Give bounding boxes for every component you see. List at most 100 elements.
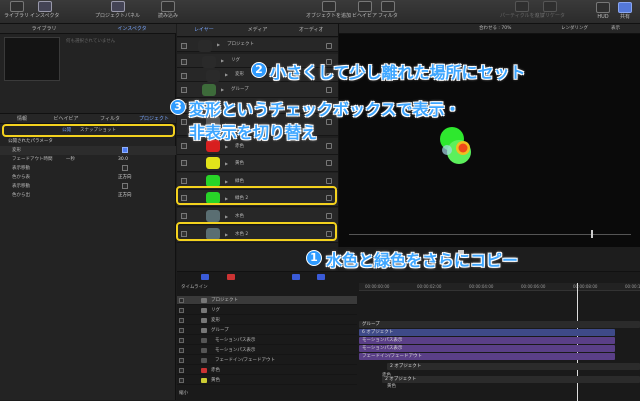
timeline-row-checkbox[interactable] <box>179 328 184 333</box>
timeline-mode-icon[interactable] <box>201 274 209 280</box>
hud-button[interactable]: HUD <box>596 2 610 20</box>
timeline-row-checkbox[interactable] <box>179 318 184 323</box>
timeline-row-name: プロジェクト <box>211 298 238 303</box>
layer-row[interactable]: ▶ 黄色 <box>177 155 338 172</box>
timeline-clip-bar[interactable]: グループ <box>359 321 640 328</box>
canvas-playhead[interactable] <box>591 230 593 238</box>
timeline-row[interactable]: プロジェクト <box>177 296 357 305</box>
layer-visibility-checkbox[interactable] <box>181 213 187 219</box>
timeline-ruler[interactable]: 00:00:00:00 00:00:02:00 00:00:04:00 00:00:0… <box>359 283 640 291</box>
timeline-row[interactable]: 赤色 <box>177 366 357 375</box>
timeline-keyframe-icon[interactable] <box>317 274 325 280</box>
timeline-row-checkbox[interactable] <box>179 358 184 363</box>
timeline-row[interactable]: グループ <box>177 326 357 335</box>
timeline-row-checkbox[interactable] <box>179 308 184 313</box>
tab-library[interactable]: ライブラリ <box>0 24 88 33</box>
timeline-row[interactable]: リグ <box>177 306 357 315</box>
canvas-scrubber[interactable] <box>349 234 631 235</box>
timeline-row-checkbox[interactable] <box>179 368 184 373</box>
timeline-row-name: グループ <box>211 328 229 333</box>
ruler-tick-label: 00:00:04:00 <box>469 284 494 289</box>
track-label-red: 赤色 <box>382 373 391 378</box>
highlight-lightblue2-row <box>176 222 337 241</box>
zoom-out-label[interactable]: 縮小 <box>179 390 188 396</box>
transform-checkbox[interactable] <box>122 147 128 153</box>
timeline-clip-bar[interactable]: フェードイン/フェードアウト <box>359 353 615 360</box>
canvas-viewer[interactable]: 合わせる : 70% レンダリング 表示 <box>338 24 640 247</box>
timeline-clip-bar[interactable]: 2 オブジェクト <box>382 376 640 383</box>
layer-lock-icon[interactable] <box>326 160 332 166</box>
layer-visibility-checkbox[interactable] <box>181 43 187 49</box>
timeline-row[interactable]: 変形 <box>177 316 357 325</box>
layer-visibility-checkbox[interactable] <box>181 87 187 93</box>
disclosure-triangle-icon[interactable]: ▶ <box>225 68 228 82</box>
layer-visibility-checkbox[interactable] <box>181 143 187 149</box>
direction-select-2[interactable]: 正方向 <box>118 191 132 200</box>
param-row-transform: 変形 <box>0 146 176 155</box>
annotation-number-3: 3 <box>170 99 186 115</box>
add-object-button[interactable]: オブジェクトを追加 <box>306 1 351 19</box>
lightblue-blob <box>442 145 452 155</box>
disclosure-triangle-icon[interactable]: ▶ <box>217 38 220 52</box>
tab-audio[interactable]: オーディオ <box>284 24 338 36</box>
layer-visibility-checkbox[interactable] <box>181 73 187 79</box>
replicator-button[interactable]: リプリケータ <box>535 1 565 19</box>
view-select[interactable]: 表示 <box>611 24 620 34</box>
display-move-checkbox-2[interactable] <box>122 183 128 189</box>
layer-visibility-checkbox[interactable] <box>181 59 187 65</box>
red-blob <box>458 143 468 153</box>
inspector-button[interactable]: インスペクタ <box>30 1 59 19</box>
layer-lock-icon[interactable] <box>326 143 332 149</box>
library-button[interactable]: ライブラリ <box>4 1 29 19</box>
share-button[interactable]: 共有 <box>618 2 632 20</box>
timeline-row[interactable]: モーションパス表示 <box>177 346 357 355</box>
timeline-clip-bar[interactable]: モーションパス表示 <box>359 337 615 344</box>
timeline-clip-bar[interactable]: モーションパス表示 <box>359 345 615 352</box>
render-select[interactable]: レンダリング <box>561 24 588 34</box>
layer-lock-icon[interactable] <box>326 178 332 184</box>
direction-select-1[interactable]: 正方向 <box>118 173 132 182</box>
project-panel-button[interactable]: プロジェクトパネル <box>95 1 140 19</box>
display-move-checkbox-1[interactable] <box>122 165 128 171</box>
filter-button[interactable]: フィルタ <box>378 1 398 19</box>
timeline-row-checkbox[interactable] <box>179 298 184 303</box>
tab-behavior[interactable]: ビヘイビア <box>44 114 88 123</box>
fade-out-value[interactable]: 30.0 <box>118 155 128 164</box>
layer-visibility-checkbox[interactable] <box>181 119 187 125</box>
layer-lock-icon[interactable] <box>326 87 332 93</box>
layer-visibility-checkbox[interactable] <box>181 160 187 166</box>
timeline-row-checkbox[interactable] <box>179 378 184 383</box>
timeline-filter-icon[interactable] <box>292 274 300 280</box>
timeline-row-checkbox[interactable] <box>179 338 184 343</box>
behavior-button[interactable]: ビヘイビア <box>352 1 377 19</box>
timeline-row[interactable]: モーションパス表示 <box>177 336 357 345</box>
main-toolbar: ライブラリ インスペクタ プロジェクトパネル 読み込み オブジェクトを追加 ビヘ… <box>0 0 640 24</box>
disclosure-triangle-icon[interactable]: ▶ <box>225 155 228 172</box>
timeline-record-icon[interactable] <box>227 274 235 280</box>
layer-lock-icon[interactable] <box>326 213 332 219</box>
left-panel: ライブラリ インスペクタ 何も選択されていません 情報 ビヘイビア フィルタ プ… <box>0 24 176 400</box>
disclosure-triangle-icon[interactable]: ▶ <box>221 54 224 68</box>
tab-media[interactable]: メディア <box>231 24 285 36</box>
ruler-tick-label: 00:00:02:00 <box>417 284 442 289</box>
timeline-row[interactable]: フェードイン/フェードアウト <box>177 356 357 365</box>
timeline-row-icon <box>201 318 207 323</box>
tab-project[interactable]: プロジェクト <box>132 114 176 123</box>
timeline-row-checkbox[interactable] <box>179 348 184 353</box>
layer-visibility-checkbox[interactable] <box>181 178 187 184</box>
ruler-tick-label: 00:00:06:00 <box>521 284 546 289</box>
layer-lock-icon[interactable] <box>326 43 332 49</box>
timeline-clip-bar[interactable]: 6 オブジェクト <box>359 329 615 336</box>
param-row-display-move-1: 表示移動 <box>0 164 176 173</box>
tab-layers[interactable]: レイヤー <box>177 24 231 36</box>
import-button[interactable]: 読み込み <box>158 1 178 19</box>
timeline-clip-bar[interactable]: 2 オブジェクト <box>387 363 640 370</box>
tab-inspector[interactable]: インスペクタ <box>88 24 176 33</box>
tab-filter[interactable]: フィルタ <box>88 114 132 123</box>
layer-row[interactable]: ▶ プロジェクト <box>177 38 338 52</box>
tab-info[interactable]: 情報 <box>0 114 44 123</box>
zoom-select[interactable]: 合わせる : 70% <box>479 24 511 34</box>
timeline-row[interactable]: 黄色 <box>177 376 357 385</box>
add-object-icon <box>321 1 336 12</box>
timeline-row-name: リグ <box>211 308 220 313</box>
